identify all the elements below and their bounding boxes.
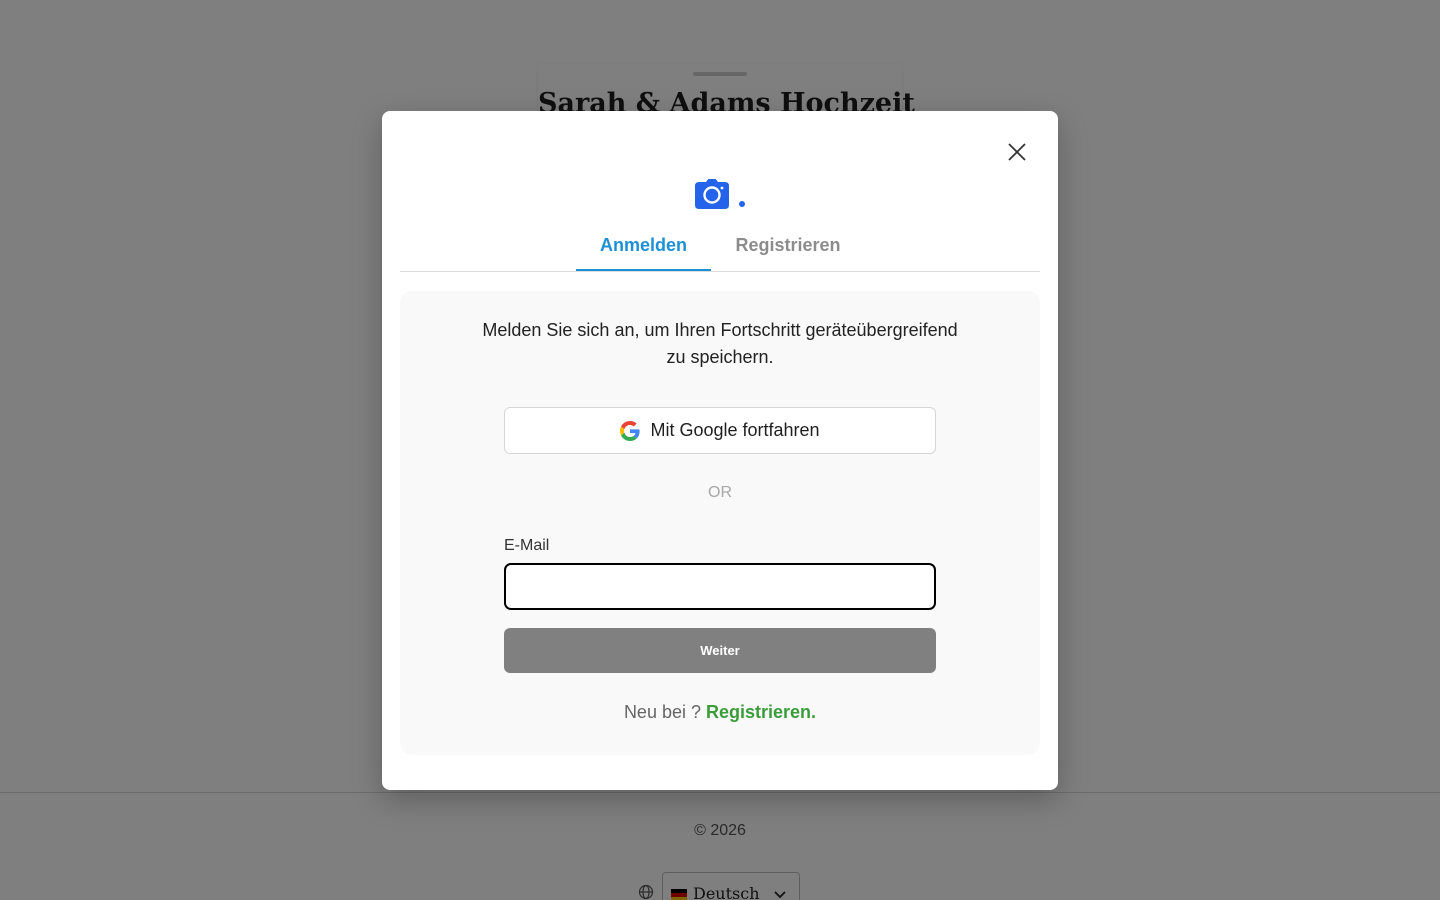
tab-anmelden[interactable]: Anmelden xyxy=(576,235,711,271)
close-icon xyxy=(1008,143,1026,161)
google-icon xyxy=(620,420,641,441)
logo-dot xyxy=(739,201,745,207)
signup-prefix: Neu bei ? xyxy=(623,702,701,722)
camera-icon xyxy=(695,179,729,209)
or-divider: OR xyxy=(708,484,732,501)
email-label: E-Mail xyxy=(504,537,550,554)
login-panel: Melden Sie sich an, um Ihren Fortschritt… xyxy=(400,291,1040,755)
login-modal: Anmelden Registrieren Melden Sie sich an… xyxy=(382,111,1058,790)
continue-button[interactable]: Weiter xyxy=(504,628,936,673)
signup-prompt: Neu bei ? Registrieren. xyxy=(400,702,1040,723)
close-button[interactable] xyxy=(1004,139,1030,165)
signup-link[interactable]: Registrieren. xyxy=(706,702,816,722)
login-description: Melden Sie sich an, um Ihren Fortschritt… xyxy=(482,320,958,367)
google-signin-button[interactable]: Mit Google fortfahren xyxy=(504,407,936,454)
app-logo xyxy=(695,179,747,213)
google-button-label: Mit Google fortfahren xyxy=(650,420,820,440)
tab-registrieren[interactable]: Registrieren xyxy=(725,235,851,271)
email-input[interactable] xyxy=(504,563,936,610)
auth-tabs: Anmelden Registrieren xyxy=(400,223,1040,272)
